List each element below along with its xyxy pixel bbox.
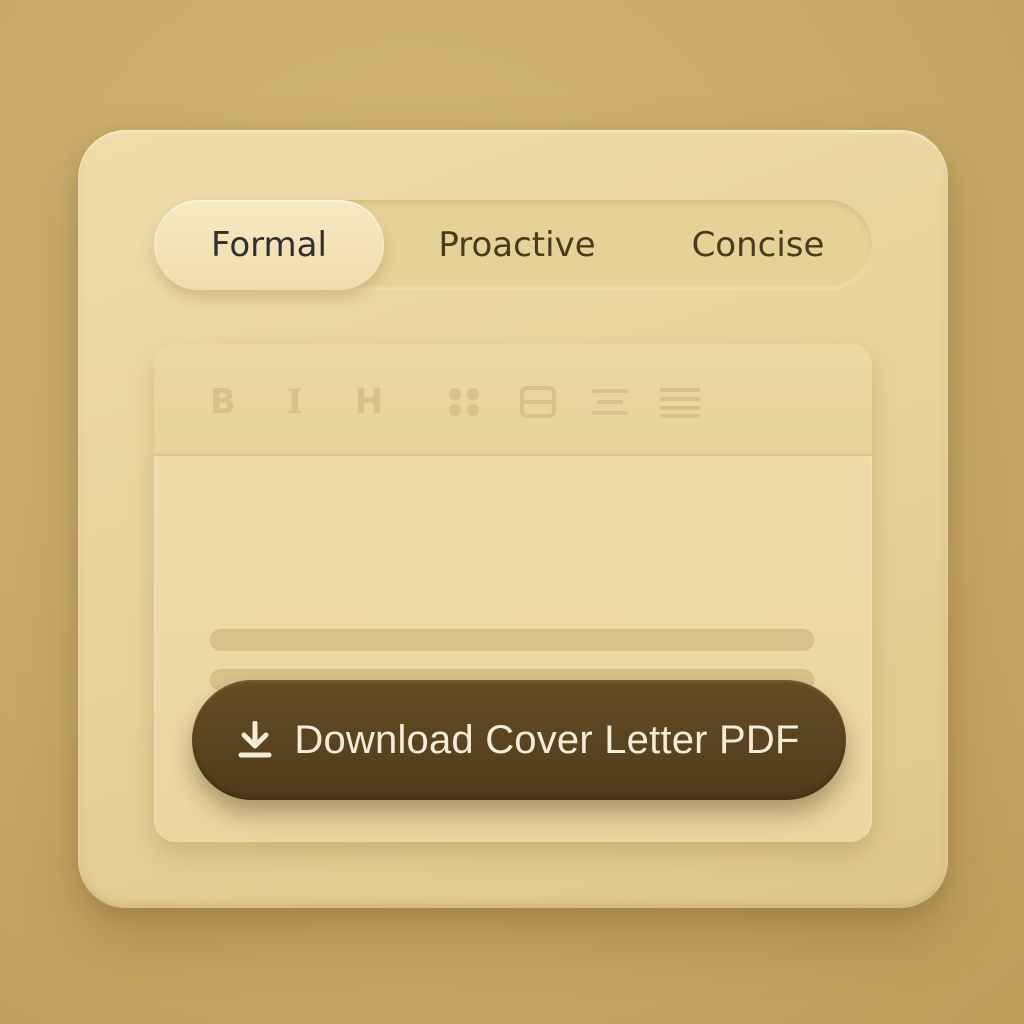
download-button-label: Download Cover Letter PDF <box>294 717 800 762</box>
tab-formal[interactable]: Formal <box>154 200 384 290</box>
download-icon <box>238 721 272 759</box>
tone-selector: Formal Proactive Concise <box>154 200 872 290</box>
tab-proactive[interactable]: Proactive <box>394 200 640 290</box>
block-icon[interactable] <box>520 384 556 420</box>
cover-letter-card: Formal Proactive Concise B I H Download … <box>78 130 948 908</box>
formatting-toolbar: B I H <box>154 344 872 456</box>
italic-icon[interactable]: I <box>282 382 308 422</box>
tab-concise[interactable]: Concise <box>648 200 868 290</box>
align-justify-icon[interactable] <box>660 384 700 420</box>
list-dots-icon[interactable] <box>446 384 482 420</box>
heading-icon[interactable]: H <box>352 382 386 422</box>
download-cover-letter-button[interactable]: Download Cover Letter PDF <box>192 680 846 800</box>
placeholder-text-line <box>210 629 814 651</box>
bold-icon[interactable]: B <box>206 382 240 422</box>
align-center-icon[interactable] <box>592 384 628 420</box>
